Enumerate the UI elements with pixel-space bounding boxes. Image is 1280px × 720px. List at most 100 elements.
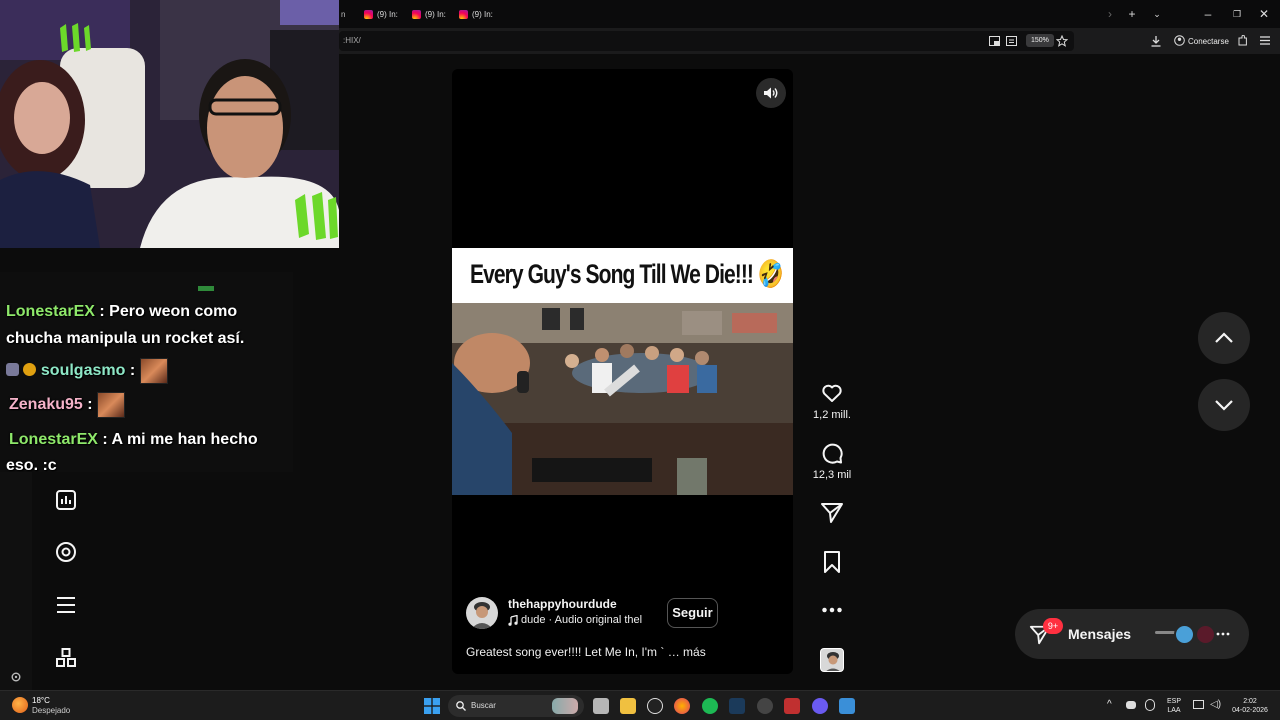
account-icon[interactable] (1174, 35, 1185, 46)
weather-temperature[interactable]: 18°C (32, 696, 50, 705)
maximize-button[interactable]: ❐ (1228, 5, 1246, 23)
tray-overflow-icon[interactable]: ^ (1107, 699, 1112, 710)
share-send-icon[interactable] (817, 501, 847, 525)
tab-label: (9) In: (425, 9, 446, 19)
chat-username: LonestarEX (6, 303, 95, 320)
bookmark-star-icon[interactable] (1056, 35, 1068, 47)
clock-time: 2:02 (1243, 698, 1257, 705)
firefox-icon[interactable] (674, 698, 690, 714)
next-reel-button[interactable] (1198, 379, 1250, 431)
author-avatar[interactable] (466, 597, 498, 629)
clock[interactable]: 2:02 04-02-2026 (1224, 697, 1276, 715)
previous-reel-button[interactable] (1198, 312, 1250, 364)
music-note-icon (508, 614, 518, 626)
audio-label: dude · Audio original thel (521, 614, 643, 626)
like-action[interactable]: 1,2 mill. (813, 381, 851, 421)
follow-button[interactable]: Seguir (667, 598, 718, 628)
chatgpt-icon[interactable] (647, 698, 663, 714)
comment-count: 12,3 mil (812, 469, 852, 481)
weather-icon[interactable] (12, 697, 28, 713)
chat-emote-icon (97, 392, 126, 418)
more-dots-icon[interactable] (817, 600, 847, 620)
minimize-button[interactable]: – (1199, 5, 1217, 23)
list-tabs-icon[interactable]: ⌄ (1148, 5, 1166, 23)
picture-in-picture-icon[interactable] (989, 36, 1000, 46)
like-count: 1,2 mill. (813, 409, 851, 421)
browser-tab[interactable]: (9) In: (364, 6, 398, 22)
task-view-icon[interactable] (593, 698, 609, 714)
comment-action[interactable]: 12,3 mil (813, 441, 851, 481)
tab-partial[interactable]: n (341, 6, 345, 22)
author-username[interactable]: thehappyhourdude (508, 597, 617, 611)
chat-text: Pero weon como (109, 303, 238, 320)
instagram-icon (412, 9, 421, 19)
mute-toggle-button[interactable] (756, 78, 786, 108)
bits-badge-icon (23, 363, 37, 377)
comment-icon[interactable] (817, 441, 847, 465)
new-tab-button[interactable]: + (1123, 5, 1141, 23)
windows-taskbar: 18°C Despejado Buscar ^ ESP LAA ◁) 2:02 … (0, 690, 1280, 720)
file-explorer-icon[interactable] (620, 698, 636, 714)
chat-separator: : (94, 303, 110, 320)
extensions-icon[interactable] (1237, 35, 1248, 47)
share-action[interactable] (817, 501, 847, 525)
settings-gear-icon[interactable] (10, 671, 22, 683)
bookmark-icon[interactable] (817, 550, 847, 574)
chat-message-continuation: chucha manipula un rocket así. (6, 330, 245, 347)
instagram-icon (364, 9, 373, 19)
instagram-icon (459, 9, 468, 19)
obs-icon[interactable] (757, 698, 773, 714)
chevron-up-icon (1215, 332, 1233, 343)
windows-start-icon[interactable] (424, 698, 440, 714)
volume-icon[interactable]: ◁) (1210, 699, 1221, 710)
chat-separator: : (97, 431, 112, 448)
meta-apps-icon[interactable] (54, 646, 78, 670)
steam-icon[interactable] (729, 698, 745, 714)
chevron-down-icon (1215, 400, 1233, 411)
activity-chart-icon[interactable] (54, 488, 78, 512)
clock-date: 04-02-2026 (1232, 707, 1268, 714)
bar-scene-image (452, 303, 793, 495)
save-action[interactable] (817, 550, 847, 574)
more-options-action[interactable] (817, 600, 847, 620)
language-code: ESP (1166, 698, 1181, 705)
tab-label: (9) In: (377, 9, 398, 19)
messages-button[interactable]: 9+ Mensajes (1015, 609, 1249, 659)
browser-tab[interactable]: (9) In: (412, 6, 446, 22)
microphone-icon[interactable] (1145, 699, 1155, 711)
scroll-tabs-right-icon[interactable]: › (1101, 5, 1119, 23)
reel-caption[interactable]: Greatest song ever!!!! Let Me In, I'm ` … (466, 645, 706, 659)
audio-thumbnail[interactable] (820, 648, 844, 672)
close-window-button[interactable]: ✕ (1255, 5, 1273, 23)
language-indicator[interactable]: ESP LAA (1165, 697, 1183, 715)
threads-icon[interactable] (54, 540, 78, 564)
weather-description[interactable]: Despejado (32, 706, 70, 715)
app-icon[interactable] (839, 698, 855, 714)
avatar-image (471, 602, 493, 629)
address-bar[interactable]: :HIX/ 150% (339, 31, 1074, 51)
downloads-icon[interactable] (1150, 35, 1162, 47)
streaming-app-icon[interactable] (784, 698, 800, 714)
onedrive-icon[interactable] (1126, 701, 1136, 709)
taskbar-search-box[interactable]: Buscar (448, 695, 584, 717)
more-menu-icon[interactable] (54, 593, 78, 617)
browser-tab-bar: n (9) In: (9) In: (9) In: › + ⌄ – ❐ ✕ (339, 0, 1280, 28)
chat-message: LonestarEX : A mi me han hecho (9, 427, 258, 453)
spotify-icon[interactable] (702, 698, 718, 714)
conversation-avatar (1155, 631, 1175, 634)
chat-decoration (198, 286, 214, 291)
reel-video-player[interactable]: Every Guy's Song Till We Die!!! 🤣 thehap… (452, 69, 793, 674)
reel-overlay-title-text: Every Guy's Song Till We Die!!! 🤣 (470, 259, 784, 289)
heart-icon[interactable] (817, 381, 847, 405)
connect-button[interactable]: Conectarse (1188, 37, 1229, 46)
audio-thumbnail-image (826, 652, 840, 671)
network-icon[interactable] (1193, 700, 1204, 709)
zoom-level-badge[interactable]: 150% (1026, 34, 1054, 47)
menu-icon[interactable] (1260, 36, 1270, 45)
chat-username: soulgasmo (40, 362, 126, 380)
audio-info[interactable]: dude · Audio original thel (508, 614, 642, 626)
discord-icon[interactable] (812, 698, 828, 714)
chat-separator: : (125, 362, 140, 380)
browser-tab[interactable]: (9) In: (459, 6, 493, 22)
reader-view-icon[interactable] (1006, 36, 1017, 46)
